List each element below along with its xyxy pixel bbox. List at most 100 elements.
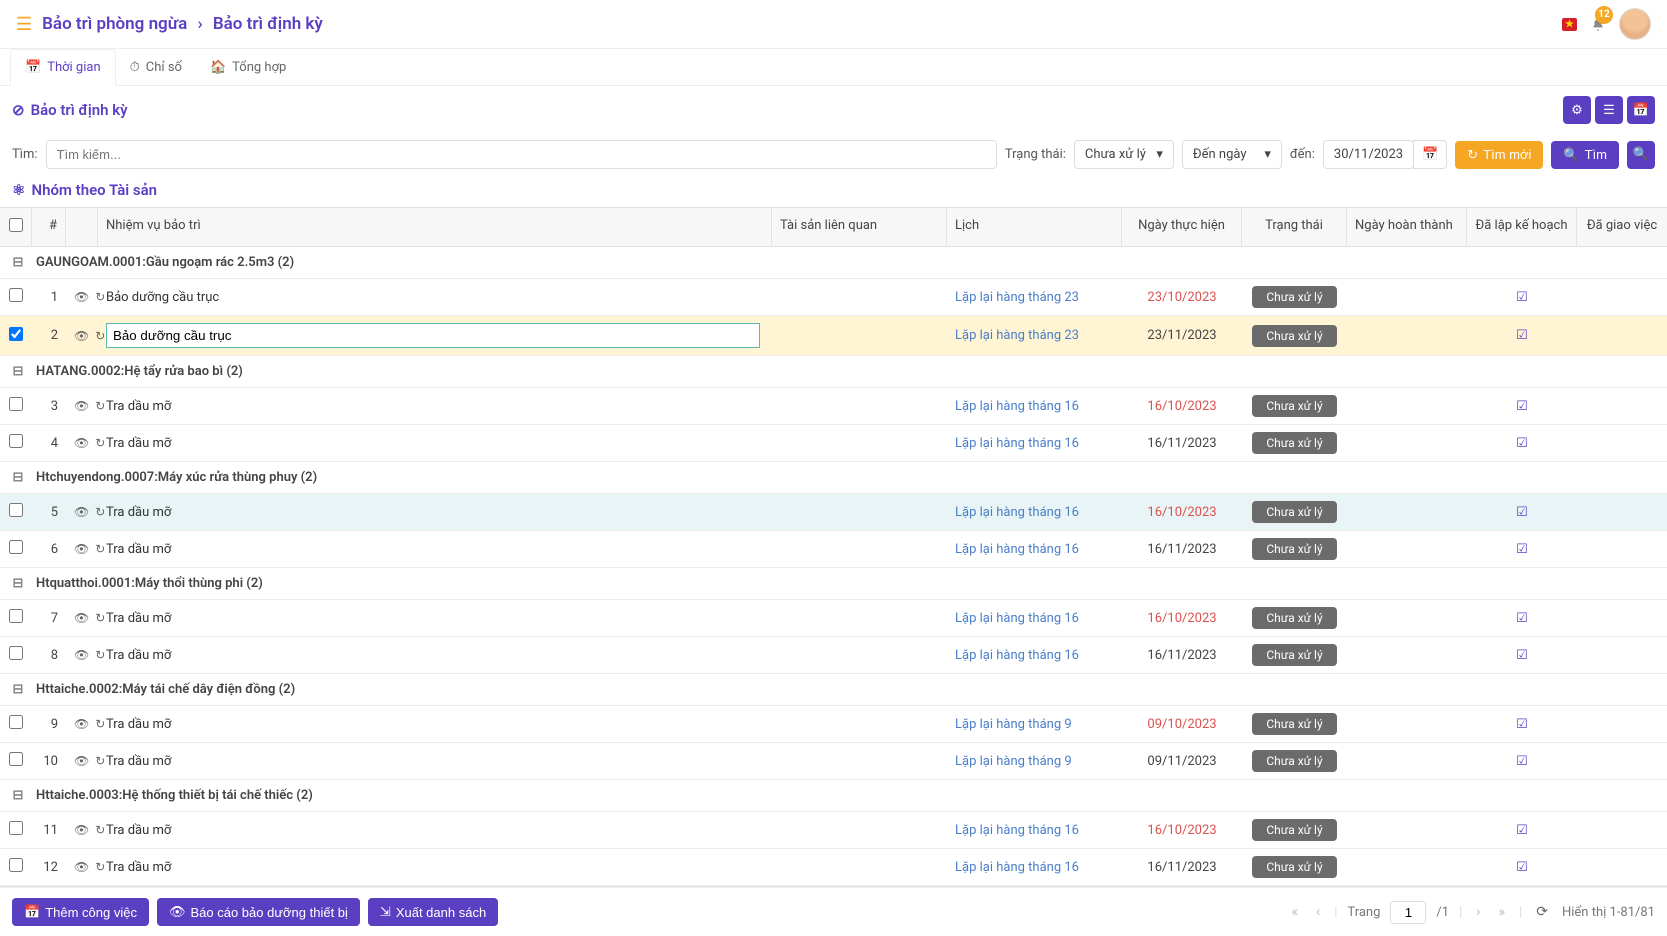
eye-icon[interactable]: 👁 (74, 290, 89, 304)
search-input[interactable] (46, 140, 997, 169)
schedule-link[interactable]: Lặp lại hàng tháng 16 (955, 648, 1079, 663)
group-row[interactable]: ⊟Htchuyendong.0007:Máy xúc rửa thùng phu… (0, 462, 1667, 494)
row-checkbox[interactable] (9, 288, 23, 302)
collapse-icon[interactable]: ⊟ (8, 682, 28, 697)
group-row[interactable]: ⊟Httaiche.0002:Máy tái chế dây điện đồng… (0, 674, 1667, 706)
schedule-link[interactable]: Lặp lại hàng tháng 9 (955, 754, 1072, 769)
table-row[interactable]: 10👁↻Tra dầu mỡLặp lại hàng tháng 909/11/… (0, 743, 1667, 780)
collapse-icon[interactable]: ⊟ (8, 364, 28, 379)
row-checkbox[interactable] (9, 646, 23, 660)
table-row[interactable]: 7👁↻Tra dầu mỡLặp lại hàng tháng 1616/10/… (0, 600, 1667, 637)
schedule-link[interactable]: Lặp lại hàng tháng 23 (955, 328, 1079, 343)
status-button[interactable]: Chưa xử lý (1252, 501, 1336, 523)
status-button[interactable]: Chưa xử lý (1252, 713, 1336, 735)
hamburger-icon[interactable]: ☰ (16, 14, 32, 35)
refresh-icon[interactable]: ⟳ (1532, 902, 1552, 922)
schedule-link[interactable]: Lặp lại hàng tháng 16 (955, 823, 1079, 838)
prev-page-icon[interactable]: ‹ (1312, 902, 1324, 922)
calendar-picker-icon[interactable]: 📅 (1413, 140, 1447, 169)
status-button[interactable]: Chưa xử lý (1252, 286, 1336, 308)
search-new-button[interactable]: ↻ Tìm mới (1455, 141, 1543, 169)
breadcrumb-parent[interactable]: Bảo trì phòng ngừa (42, 14, 187, 34)
row-checkbox[interactable] (9, 821, 23, 835)
table-row[interactable]: 1👁↻Bảo dưỡng cầu trụcLặp lại hàng tháng … (0, 279, 1667, 316)
first-page-icon[interactable]: « (1287, 902, 1302, 922)
table-row[interactable]: 2👁↻Lặp lại hàng tháng 2323/11/2023Chưa x… (0, 316, 1667, 356)
next-page-icon[interactable]: › (1472, 902, 1484, 922)
schedule-link[interactable]: Lặp lại hàng tháng 16 (955, 860, 1079, 875)
schedule-link[interactable]: Lặp lại hàng tháng 16 (955, 399, 1079, 414)
avatar[interactable] (1619, 8, 1651, 40)
page-input[interactable] (1390, 901, 1426, 924)
status-button[interactable]: Chưa xử lý (1252, 395, 1336, 417)
status-button[interactable]: Chưa xử lý (1252, 644, 1336, 666)
status-button[interactable]: Chưa xử lý (1252, 432, 1336, 454)
tab-time[interactable]: 📅 Thời gian (10, 49, 116, 86)
last-page-icon[interactable]: » (1494, 902, 1509, 922)
row-checkbox[interactable] (9, 503, 23, 517)
eye-icon[interactable]: 👁 (74, 436, 89, 450)
collapse-icon[interactable]: ⊟ (8, 470, 28, 485)
search-button[interactable]: 🔍 Tìm (1551, 141, 1619, 169)
eye-icon[interactable]: 👁 (74, 542, 89, 556)
collapse-icon[interactable]: ⊟ (8, 255, 28, 270)
group-row[interactable]: ⊟Httaiche.0003:Hệ thống thiết bị tái chế… (0, 780, 1667, 812)
eye-icon[interactable]: 👁 (74, 329, 89, 343)
eye-icon[interactable]: 👁 (74, 611, 89, 625)
group-row[interactable]: ⊟GAUNGOAM.0001:Gầu ngoạm rác 2.5m3 (2) (0, 247, 1667, 279)
row-checkbox[interactable] (9, 540, 23, 554)
row-checkbox[interactable] (9, 609, 23, 623)
range-select[interactable]: Đến ngày ▾ (1182, 140, 1282, 169)
eye-icon[interactable]: 👁 (74, 505, 89, 519)
schedule-link[interactable]: Lặp lại hàng tháng 23 (955, 290, 1079, 305)
schedule-link[interactable]: Lặp lại hàng tháng 9 (955, 717, 1072, 732)
row-checkbox[interactable] (9, 434, 23, 448)
eye-icon[interactable]: 👁 (74, 823, 89, 837)
select-all-checkbox[interactable] (9, 218, 23, 232)
table-row[interactable]: 5👁↻Tra dầu mỡLặp lại hàng tháng 1616/10/… (0, 494, 1667, 531)
eye-icon[interactable]: 👁 (74, 754, 89, 768)
tab-index[interactable]: ⏱ Chỉ số (116, 49, 196, 85)
collapse-icon[interactable]: ⊟ (8, 576, 28, 591)
list-view-button[interactable]: ☰ (1595, 96, 1623, 124)
to-date-input[interactable]: 30/11/2023 (1323, 140, 1414, 169)
eye-icon[interactable]: 👁 (74, 648, 89, 662)
flag-icon[interactable]: ★ (1562, 18, 1577, 31)
table-row[interactable]: 8👁↻Tra dầu mỡLặp lại hàng tháng 1616/11/… (0, 637, 1667, 674)
row-checkbox[interactable] (9, 715, 23, 729)
status-button[interactable]: Chưa xử lý (1252, 856, 1336, 878)
export-button[interactable]: ⇲ Xuất danh sách (368, 898, 498, 926)
calendar-view-button[interactable]: 📅 (1627, 96, 1655, 124)
schedule-link[interactable]: Lặp lại hàng tháng 16 (955, 505, 1079, 520)
status-button[interactable]: Chưa xử lý (1252, 325, 1336, 347)
table-row[interactable]: 9👁↻Tra dầu mỡLặp lại hàng tháng 909/10/2… (0, 706, 1667, 743)
table-row[interactable]: 3👁↻Tra dầu mỡLặp lại hàng tháng 1616/10/… (0, 388, 1667, 425)
task-edit-input[interactable] (106, 323, 760, 348)
eye-icon[interactable]: 👁 (74, 860, 89, 874)
status-button[interactable]: Chưa xử lý (1252, 607, 1336, 629)
status-select[interactable]: Chưa xử lý ▾ (1074, 140, 1174, 169)
eye-icon[interactable]: 👁 (74, 717, 89, 731)
table-row[interactable]: 4👁↻Tra dầu mỡLặp lại hàng tháng 1616/11/… (0, 425, 1667, 462)
collapse-icon[interactable]: ⊟ (8, 788, 28, 803)
group-row[interactable]: ⊟HATANG.0002:Hệ tẩy rửa bao bì (2) (0, 356, 1667, 388)
row-checkbox[interactable] (9, 327, 23, 341)
notification-bell-icon[interactable]: 12 (1591, 14, 1605, 35)
report-button[interactable]: 👁 Báo cáo bảo dưỡng thiết bị (157, 898, 360, 926)
table-row[interactable]: 11👁↻Tra dầu mỡLặp lại hàng tháng 1616/10… (0, 812, 1667, 849)
status-button[interactable]: Chưa xử lý (1252, 538, 1336, 560)
row-checkbox[interactable] (9, 397, 23, 411)
schedule-link[interactable]: Lặp lại hàng tháng 16 (955, 611, 1079, 626)
tab-summary[interactable]: 🏠 Tổng hợp (196, 49, 300, 85)
status-button[interactable]: Chưa xử lý (1252, 819, 1336, 841)
schedule-link[interactable]: Lặp lại hàng tháng 16 (955, 542, 1079, 557)
add-job-button[interactable]: 📅 Thêm công việc (12, 898, 149, 926)
group-row[interactable]: ⊟Htquatthoi.0001:Máy thổi thùng phi (2) (0, 568, 1667, 600)
table-row[interactable]: 12👁↻Tra dầu mỡLặp lại hàng tháng 1616/11… (0, 849, 1667, 886)
table-row[interactable]: 6👁↻Tra dầu mỡLặp lại hàng tháng 1616/11/… (0, 531, 1667, 568)
group-view-button[interactable]: ⚙ (1563, 96, 1591, 124)
row-checkbox[interactable] (9, 858, 23, 872)
status-button[interactable]: Chưa xử lý (1252, 750, 1336, 772)
row-checkbox[interactable] (9, 752, 23, 766)
schedule-link[interactable]: Lặp lại hàng tháng 16 (955, 436, 1079, 451)
